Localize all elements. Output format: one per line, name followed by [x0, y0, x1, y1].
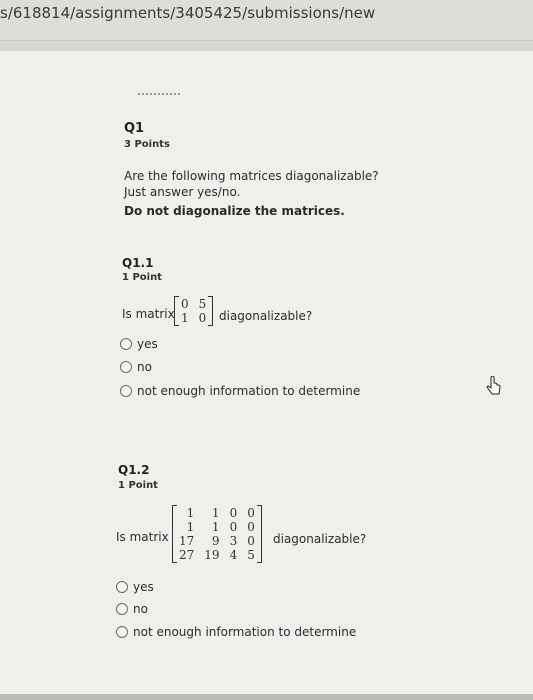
radio-button-icon[interactable]: [120, 361, 132, 373]
matrix-cell: 27: [179, 548, 195, 562]
matrix-cell: 0: [181, 297, 189, 311]
option-not-enough-info[interactable]: not enough information to determine: [120, 384, 360, 398]
radio-button-icon[interactable]: [116, 581, 128, 593]
option-label: yes: [137, 337, 158, 351]
matrix-cell: 1: [186, 506, 195, 520]
subquestion-title: Q1.2: [118, 463, 150, 477]
matrix-lead-text: Is matrix: [116, 530, 169, 544]
matrix-cell: 0: [229, 520, 238, 534]
matrix-cell: 0: [229, 506, 238, 520]
subquestion-points: 1 Point: [122, 272, 162, 283]
matrix-cell: 1: [186, 520, 195, 534]
matrix-trail-text: diagonalizable?: [273, 532, 367, 546]
matrix-cell: 9: [211, 534, 220, 548]
matrix-cell: 1: [211, 520, 220, 534]
matrix-cell: 0: [247, 534, 255, 548]
option-label: not enough information to determine: [137, 384, 361, 398]
matrix-4x4: 1 1 0 0 1 1 0 0 17 9 3 0 27 19 4 5: [172, 505, 262, 563]
radio-button-icon[interactable]: [120, 338, 132, 350]
matrix-cell: 17: [179, 534, 195, 548]
matrix-cell: 5: [198, 297, 207, 311]
matrix-cell: 0: [198, 311, 207, 325]
matrix-cell: 5: [247, 548, 255, 562]
matrix-cell: 19: [204, 548, 220, 562]
question-prompt-line3: Do not diagonalize the matrices.: [124, 204, 345, 218]
question-prompt-line2: Just answer yes/no.: [124, 185, 241, 199]
radio-button-icon[interactable]: [120, 385, 132, 397]
option-label: yes: [133, 580, 154, 594]
option-label: not enough information to determine: [133, 625, 357, 639]
matrix-cell: 4: [229, 548, 238, 562]
subquestion-title: Q1.1: [122, 256, 154, 270]
browser-address-bar[interactable]: s/618814/assignments/3405425/submissions…: [0, 0, 533, 41]
option-no[interactable]: no: [120, 360, 152, 374]
question-title: Q1: [124, 121, 145, 136]
divider: [138, 93, 180, 95]
matrix-2x2: 0510: [174, 296, 214, 326]
assignment-page: Q1 3 Points Are the following matrices d…: [0, 51, 533, 696]
subquestion-points: 1 Point: [118, 480, 158, 491]
matrix-cell: 0: [247, 506, 255, 520]
option-not-enough-info[interactable]: not enough information to determine: [116, 625, 356, 639]
mouse-pointer-icon: [486, 376, 501, 395]
option-yes[interactable]: yes: [116, 580, 154, 594]
option-yes[interactable]: yes: [120, 337, 158, 351]
bottom-bar: [0, 694, 533, 700]
url-text: s/618814/assignments/3405425/submissions…: [0, 4, 376, 22]
option-label: no: [137, 360, 152, 374]
radio-button-icon[interactable]: [116, 626, 128, 638]
option-label: no: [133, 602, 148, 616]
matrix-trail-text: diagonalizable?: [219, 309, 313, 323]
matrix-cell: 3: [229, 534, 238, 548]
question-points: 3 Points: [124, 139, 170, 150]
question-prompt-line1: Are the following matrices diagonalizabl…: [124, 169, 379, 183]
matrix-cell: 0: [247, 520, 255, 534]
matrix-cell: 1: [181, 311, 189, 325]
matrix-cell: 1: [211, 506, 220, 520]
option-no[interactable]: no: [116, 602, 148, 616]
matrix-lead-text: Is matrix: [122, 307, 175, 321]
browser-toolbar-strip: [0, 41, 533, 51]
radio-button-icon[interactable]: [116, 603, 128, 615]
